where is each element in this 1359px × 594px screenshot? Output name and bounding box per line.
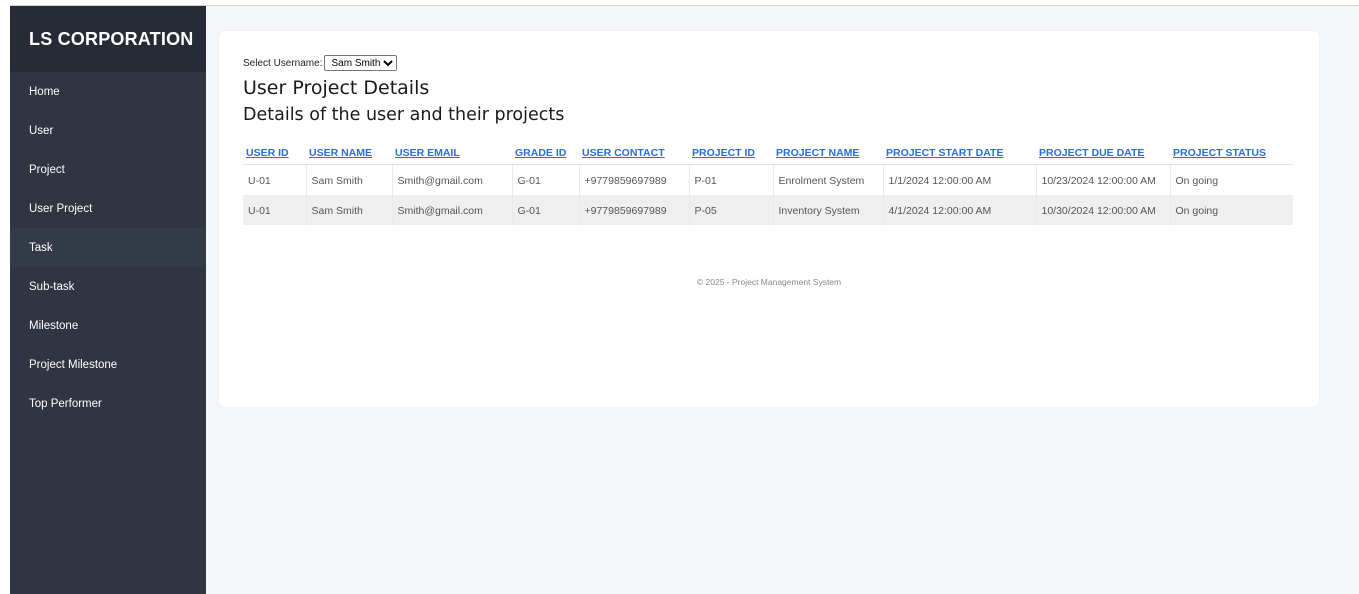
column-header-project-id[interactable]: PROJECT ID xyxy=(689,143,773,165)
table-row: U-01 Sam Smith Smith@gmail.com G-01 +977… xyxy=(243,195,1293,225)
column-header-grade-id[interactable]: GRADE ID xyxy=(512,143,579,165)
sidebar-item-milestone[interactable]: Milestone xyxy=(10,306,206,345)
cell-user-email: Smith@gmail.com xyxy=(392,164,513,195)
sidebar-item-project-milestone[interactable]: Project Milestone xyxy=(10,345,206,384)
cell-project-due-date: 10/30/2024 12:00:00 AM xyxy=(1036,195,1171,225)
sidebar-item-project[interactable]: Project xyxy=(10,150,206,189)
cell-grade-id: G-01 xyxy=(512,164,580,195)
cell-project-start-date: 4/1/2024 12:00:00 AM xyxy=(883,195,1037,225)
brand-logo[interactable]: LS CORPORATION xyxy=(10,6,206,72)
cell-user-name: Sam Smith xyxy=(306,164,393,195)
column-header-project-due-date[interactable]: PROJECT DUE DATE xyxy=(1036,143,1170,165)
sidebar-nav: Home User Project User Project Task Sub-… xyxy=(10,72,206,423)
cell-project-id: P-05 xyxy=(689,195,774,225)
cell-project-name: Inventory System xyxy=(773,195,884,225)
column-header-user-contact[interactable]: USER CONTACT xyxy=(579,143,689,165)
cell-project-due-date: 10/23/2024 12:00:00 AM xyxy=(1036,164,1171,195)
main-content: Select Username: Sam Smith User Project … xyxy=(206,6,1359,594)
sidebar-item-task[interactable]: Task xyxy=(10,228,206,267)
footer-copyright: © 2025 - Project Management System xyxy=(696,277,842,287)
username-filter-label: Select Username: xyxy=(243,57,323,69)
cell-user-id: U-01 xyxy=(243,195,307,225)
cell-user-contact: +9779859697989 xyxy=(579,164,690,195)
user-project-table: USER ID USER NAME USER EMAIL GRADE ID US… xyxy=(243,143,1293,225)
sidebar-item-sub-task[interactable]: Sub-task xyxy=(10,267,206,306)
content-card: Select Username: Sam Smith User Project … xyxy=(219,31,1319,407)
sidebar-item-user-project[interactable]: User Project xyxy=(10,189,206,228)
sidebar-item-home[interactable]: Home xyxy=(10,72,206,111)
sidebar: LS CORPORATION Home User Project User Pr… xyxy=(10,6,206,594)
table-row: U-01 Sam Smith Smith@gmail.com G-01 +977… xyxy=(243,164,1293,195)
app-frame: LS CORPORATION Home User Project User Pr… xyxy=(10,5,1359,594)
username-filter: Select Username: Sam Smith xyxy=(243,55,1295,71)
cell-grade-id: G-01 xyxy=(512,195,580,225)
username-select[interactable]: Sam Smith xyxy=(324,55,398,71)
column-header-user-id[interactable]: USER ID xyxy=(243,143,306,165)
cell-project-name: Enrolment System xyxy=(773,164,884,195)
sidebar-item-user[interactable]: User xyxy=(10,111,206,150)
page-title: User Project Details xyxy=(243,77,430,99)
cell-project-status: On going xyxy=(1170,195,1293,225)
column-header-user-name[interactable]: USER NAME xyxy=(306,143,392,165)
page-subtitle: Details of the user and their projects xyxy=(243,105,565,125)
column-header-project-start-date[interactable]: PROJECT START DATE xyxy=(883,143,1036,165)
cell-project-id: P-01 xyxy=(689,164,774,195)
sidebar-item-top-performer[interactable]: Top Performer xyxy=(10,384,206,423)
column-header-project-status[interactable]: PROJECT STATUS xyxy=(1170,143,1293,165)
cell-user-name: Sam Smith xyxy=(306,195,393,225)
column-header-user-email[interactable]: USER EMAIL xyxy=(392,143,512,165)
column-header-project-name[interactable]: PROJECT NAME xyxy=(773,143,883,165)
table-header-row: USER ID USER NAME USER EMAIL GRADE ID US… xyxy=(243,143,1293,165)
cell-project-status: On going xyxy=(1170,164,1293,195)
cell-project-start-date: 1/1/2024 12:00:00 AM xyxy=(883,164,1037,195)
cell-user-email: Smith@gmail.com xyxy=(392,195,513,225)
cell-user-id: U-01 xyxy=(243,164,307,195)
cell-user-contact: +9779859697989 xyxy=(579,195,690,225)
